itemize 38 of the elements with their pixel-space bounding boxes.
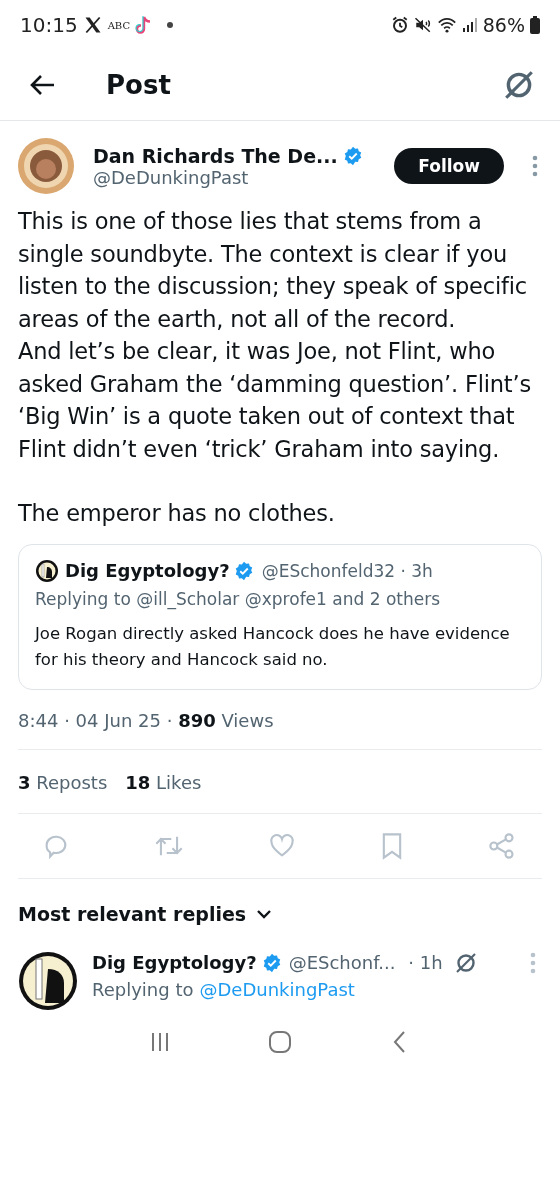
post-text: This is one of those lies that stems from a single soundbyte. The context is clear if you listen to the discussion; they speak of specific areas of the earth, not all of the record. bbox=[18, 207, 528, 334]
signal-icon bbox=[461, 17, 478, 33]
post-timestamp-views: 8:44 · 04 Jun 25 · 890 Views bbox=[17, 708, 275, 733]
wifi-icon bbox=[436, 16, 457, 34]
home-icon[interactable] bbox=[268, 1029, 292, 1054]
author-handle[interactable]: @DeDunkingPast bbox=[93, 166, 377, 188]
avatar bbox=[35, 558, 59, 583]
notification-label: ABC bbox=[107, 19, 131, 31]
share-icon[interactable] bbox=[488, 831, 516, 860]
quoted-handle-time: @ESchonfeld32 · 3h bbox=[261, 560, 433, 581]
sort-dropdown[interactable]: Most relevant replies bbox=[0, 878, 560, 935]
quoted-author-name: Dig Egyptology? bbox=[65, 560, 230, 581]
page-title: Post bbox=[106, 70, 172, 100]
engagement-count[interactable]: 18 Likes bbox=[125, 771, 202, 793]
more-options-icon[interactable] bbox=[530, 951, 536, 974]
reply-time: · 1h bbox=[408, 952, 443, 973]
back-arrow-icon[interactable] bbox=[28, 73, 56, 97]
mute-icon bbox=[413, 16, 432, 34]
battery-icon bbox=[530, 16, 540, 34]
dot-icon bbox=[166, 21, 175, 29]
chevron-down-icon bbox=[256, 907, 273, 920]
avatar bbox=[17, 137, 75, 195]
alarm-icon bbox=[390, 16, 409, 34]
quoted-post-card[interactable]: Dig Egyptology? @ESchonfeld32 · 3h Replying to @ill_Scholar @xprofe1 and 2 others Joe Rogan directly asked Hancock does he have evidence for his theory and Hancock said no. bbox=[18, 543, 542, 690]
bookmark-icon[interactable] bbox=[380, 831, 404, 860]
reply-handle[interactable]: @ESchonf... bbox=[288, 952, 396, 973]
engagement-count[interactable]: 3 Reposts bbox=[18, 771, 108, 793]
replying-to-text: Replying to @ill_Scholar @xprofe1 and 2 others bbox=[35, 588, 442, 609]
post-text: And let’s be clear, it was Joe, not Flint, who asked Graham the ‘damming question’. Flint’s ‘Big Win’ is a quote taken out of context that Flint didn’t even ‘trick’ Graham into saying. bbox=[18, 337, 532, 464]
author-name[interactable]: Dan Richards The De... bbox=[93, 144, 338, 167]
battery-percent: 86% bbox=[482, 14, 525, 36]
reply-author-name[interactable]: Dig Egyptology? bbox=[92, 952, 257, 973]
replying-to-label: Replying to bbox=[92, 978, 194, 1000]
quoted-post-text: Joe Rogan directly asked Hancock does he have evidence for his theory and Hancock said no. bbox=[35, 622, 511, 671]
more-options-icon[interactable] bbox=[532, 155, 538, 177]
post-text: The emperor has no clothes. bbox=[18, 499, 336, 528]
status-time: 10:15 bbox=[20, 13, 78, 37]
follow-button[interactable]: Follow bbox=[394, 148, 504, 184]
